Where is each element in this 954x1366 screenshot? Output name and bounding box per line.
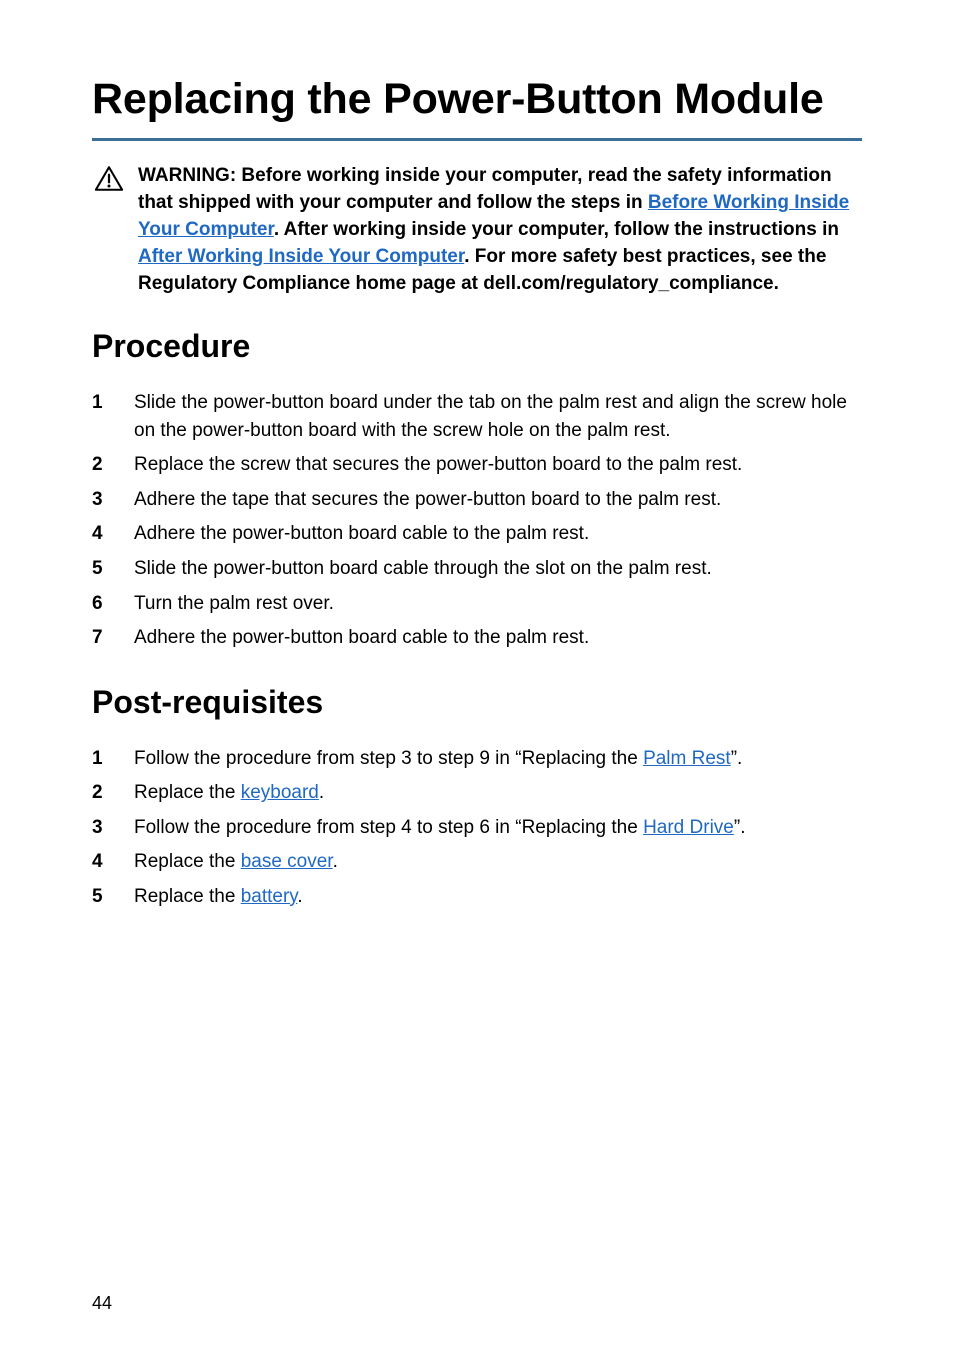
post-requisites-heading: Post-requisites <box>92 684 862 721</box>
cross-reference-link[interactable]: battery <box>241 886 298 907</box>
post-requisites-steps: Follow the procedure from step 3 to step… <box>92 745 862 911</box>
cross-reference-link[interactable]: Hard Drive <box>643 817 734 838</box>
procedure-step: Slide the power-button board under the t… <box>92 389 862 444</box>
procedure-step: Adhere the tape that secures the power-b… <box>92 486 862 514</box>
warning-link[interactable]: After Working Inside Your Computer <box>138 246 464 267</box>
cross-reference-link[interactable]: base cover <box>241 851 333 872</box>
post-requisite-step: Replace the keyboard. <box>92 779 862 807</box>
procedure-heading: Procedure <box>92 328 862 365</box>
procedure-steps: Slide the power-button board under the t… <box>92 389 862 651</box>
page-title: Replacing the Power-Button Module <box>92 75 862 124</box>
step-text: Follow the procedure from step 3 to step… <box>134 745 862 773</box>
warning-triangle-icon <box>94 165 124 192</box>
procedure-step: Turn the palm rest over. <box>92 590 862 618</box>
step-text: Adhere the power-button board cable to t… <box>134 520 862 548</box>
post-requisite-step: Follow the procedure from step 4 to step… <box>92 814 862 842</box>
step-text: Adhere the tape that secures the power-b… <box>134 486 862 514</box>
cross-reference-link[interactable]: Palm Rest <box>643 748 731 769</box>
warning-text: WARNING: Before working inside your comp… <box>138 163 862 298</box>
procedure-step: Adhere the power-button board cable to t… <box>92 520 862 548</box>
step-text: Adhere the power-button board cable to t… <box>134 624 862 652</box>
procedure-step: Replace the screw that secures the power… <box>92 451 862 479</box>
procedure-step: Slide the power-button board cable throu… <box>92 555 862 583</box>
step-text: Slide the power-button board under the t… <box>134 389 862 444</box>
step-text: Replace the base cover. <box>134 848 862 876</box>
cross-reference-link[interactable]: keyboard <box>241 782 319 803</box>
post-requisite-step: Replace the base cover. <box>92 848 862 876</box>
step-text: Slide the power-button board cable throu… <box>134 555 862 583</box>
step-text: Follow the procedure from step 4 to step… <box>134 814 862 842</box>
warning-link[interactable]: Before Working Inside Your Computer <box>138 192 849 240</box>
procedure-step: Adhere the power-button board cable to t… <box>92 624 862 652</box>
warning-icon-wrap <box>94 163 124 192</box>
post-requisite-step: Follow the procedure from step 3 to step… <box>92 745 862 773</box>
step-text: Turn the palm rest over. <box>134 590 862 618</box>
step-text: Replace the battery. <box>134 883 862 911</box>
page-number: 44 <box>92 1293 112 1314</box>
step-text: Replace the screw that secures the power… <box>134 451 862 479</box>
warning-box: WARNING: Before working inside your comp… <box>92 163 862 298</box>
step-text: Replace the keyboard. <box>134 779 862 807</box>
page-container: Replacing the Power-Button Module WARNIN… <box>0 0 954 1366</box>
title-underline <box>92 138 862 141</box>
post-requisite-step: Replace the battery. <box>92 883 862 911</box>
